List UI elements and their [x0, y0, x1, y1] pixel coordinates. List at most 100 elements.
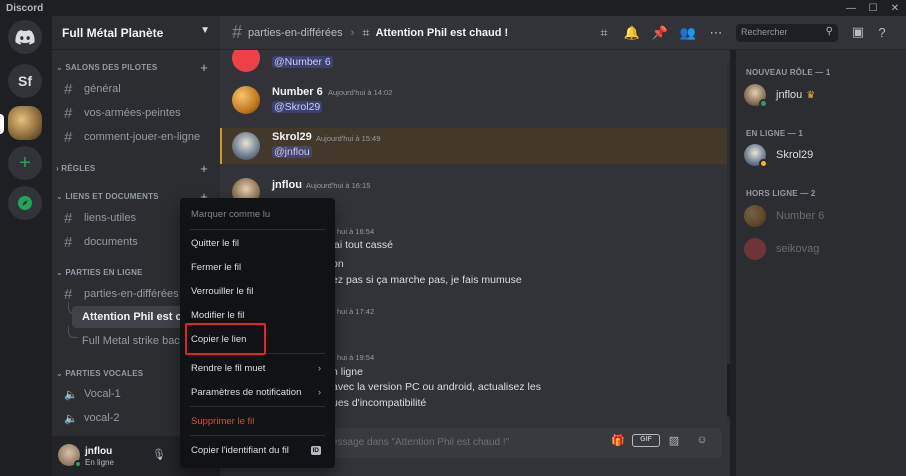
menu-item-notification-settings[interactable]: Paramètres de notification › [186, 381, 329, 403]
category-label: PARTIES EN LIGNE [65, 268, 143, 277]
chevron-down-icon: ▼ [200, 25, 210, 36]
close-button[interactable]: ✕ [884, 0, 906, 16]
channel-label: général [84, 83, 121, 95]
avatar[interactable] [232, 50, 260, 72]
menu-item-leave-thread[interactable]: Quitter le fil [186, 232, 329, 254]
microphone-icon[interactable]: 🎙 [152, 448, 166, 461]
scrollbar-thumb[interactable] [727, 364, 730, 416]
message: Number 6 Aujourd'hui à 14:02 @Skrol29 [220, 82, 730, 126]
server-sf[interactable]: Sf [8, 64, 42, 98]
home-button[interactable] [8, 20, 42, 54]
member-name: Number 6 [776, 210, 825, 222]
search-input[interactable]: Rechercher ⚲ [736, 24, 838, 42]
speaker-icon: 🔈 [64, 412, 78, 425]
channel-label: vocal-2 [84, 412, 120, 424]
maximize-button[interactable]: ☐ [862, 0, 884, 16]
parent-channel-link[interactable]: parties-en-différées [248, 27, 343, 39]
status-online-indicator [74, 460, 82, 468]
menu-item-lock-thread[interactable]: Verrouiller le fil [186, 280, 329, 302]
menu-item-delete-thread[interactable]: Supprimer le fil [186, 410, 329, 432]
avatar[interactable] [232, 86, 260, 114]
title-bar: Discord — ☐ ✕ [0, 0, 906, 16]
explore-servers-button[interactable] [8, 186, 42, 220]
minimize-button[interactable]: — [840, 0, 862, 16]
help-icon[interactable]: ? [870, 22, 894, 42]
member-group-label: HORS LIGNE — 2 [746, 189, 816, 198]
chevron-right-icon: › [318, 387, 321, 397]
menu-item-mark-as-read[interactable]: Marquer comme lu [186, 203, 329, 225]
message-text: @jnflou [272, 146, 312, 158]
message-highlighted: Skrol29 Aujourd'hui à 15:49 @jnflou [220, 128, 730, 164]
compass-icon [18, 196, 32, 210]
pin-icon[interactable]: 📌 [646, 25, 674, 41]
message: @Number 6 [220, 50, 730, 82]
members-icon[interactable]: 👥 [674, 25, 702, 41]
server-full-metal-planete[interactable] [8, 106, 42, 140]
thread-title: Attention Phil est chaud ! [375, 26, 509, 39]
sticker-icon[interactable]: ▨ [660, 434, 688, 447]
menu-item-mute-thread[interactable]: Rendre le fil muet › [186, 357, 329, 379]
channel-label: vos-armées-peintes [84, 107, 181, 119]
chevron-down-icon: ⌄ [56, 192, 66, 201]
channel-comment-jouer-en-ligne[interactable]: # comment-jouer-en-ligne [60, 127, 214, 147]
hash-icon: # [64, 209, 73, 227]
threads-icon[interactable]: ⌗ [590, 25, 618, 41]
member-list: NOUVEAU RÔLE — 1 jnflou ♛ EN LIGNE — 1 S… [736, 50, 906, 476]
avatar[interactable] [232, 132, 260, 160]
menu-item-label: Copier l'identifiant du fil [191, 444, 289, 456]
annotation-highlight-box [185, 323, 266, 355]
guild-header[interactable]: Full Métal Planète ▼ [52, 16, 220, 50]
message-author[interactable]: Skrol29 [272, 131, 312, 143]
menu-item-label: Rendre le fil muet [191, 362, 266, 374]
crown-icon: ♛ [806, 89, 816, 101]
add-channel-icon[interactable]: + [200, 161, 208, 176]
add-server-button[interactable]: + [8, 146, 42, 180]
user-status-text: En ligne [85, 458, 114, 467]
member-item[interactable]: Skrol29 [744, 141, 894, 169]
menu-item-close-thread[interactable]: Fermer le fil [186, 256, 329, 278]
channel-label: documents [84, 236, 138, 248]
channel-general[interactable]: # général [60, 79, 214, 99]
more-options-icon[interactable]: ⋯ [702, 25, 730, 41]
mention[interactable]: @Number 6 [272, 56, 333, 68]
message-text: ues d'incompatibilité [332, 397, 427, 409]
message-author[interactable]: jnflou [272, 179, 302, 191]
message-timestamp: Aujourd'hui à 15:49 [316, 134, 381, 143]
thread-icon: ⌗ [362, 24, 370, 40]
member-item[interactable]: jnflou ♛ [744, 81, 894, 109]
add-channel-icon[interactable]: + [200, 60, 208, 75]
hash-icon: # [64, 128, 73, 146]
gif-icon[interactable]: GIF [632, 434, 660, 447]
menu-item-copy-thread-id[interactable]: Copier l'identifiant du fil ID [186, 439, 329, 461]
message-author[interactable]: Number 6 [272, 86, 323, 98]
message-timestamp: Aujourd'hui à 16:15 [306, 181, 371, 190]
member-name: seikovag [776, 243, 820, 255]
member-group-label: NOUVEAU RÔLE — 1 [746, 68, 831, 77]
menu-item-label: Paramètres de notification [191, 386, 302, 398]
mention[interactable]: @Skrol29 [272, 101, 323, 113]
chevron-down-icon: ⌄ [56, 63, 66, 72]
header-toolbar: ⌗ 🔔 📌 👥 ⋯ [590, 16, 730, 50]
mention[interactable]: @jnflou [272, 146, 312, 158]
id-icon: ID [310, 445, 321, 455]
discord-logo-icon [15, 29, 35, 45]
channel-label: liens-utiles [84, 212, 136, 224]
category-salons-des-pilotes[interactable]: ⌄ SALONS DES PILOTES + [52, 60, 220, 77]
active-server-indicator [0, 114, 4, 134]
window-controls: — ☐ ✕ [840, 0, 906, 16]
chevron-right-icon: › [318, 363, 321, 373]
hash-icon: # [64, 285, 73, 303]
gift-icon[interactable]: 🎁 [604, 434, 632, 447]
bell-icon[interactable]: 🔔 [618, 25, 646, 41]
member-group-label: EN LIGNE — 1 [746, 129, 804, 138]
channel-vos-armees-peintes[interactable]: # vos-armées-peintes [60, 103, 214, 123]
member-item[interactable]: Number 6 [744, 202, 894, 230]
message-timestamp: hui à 17:42 [337, 307, 375, 316]
category-regles[interactable]: › RÈGLES + [52, 161, 220, 178]
member-item[interactable]: seikovag [744, 235, 894, 263]
member-name: Skrol29 [776, 149, 814, 161]
emoji-icon[interactable]: ☺ [688, 434, 716, 447]
avatar [744, 238, 766, 260]
inbox-icon[interactable]: ▣ [846, 22, 870, 42]
channel-label: Vocal-1 [84, 388, 121, 400]
